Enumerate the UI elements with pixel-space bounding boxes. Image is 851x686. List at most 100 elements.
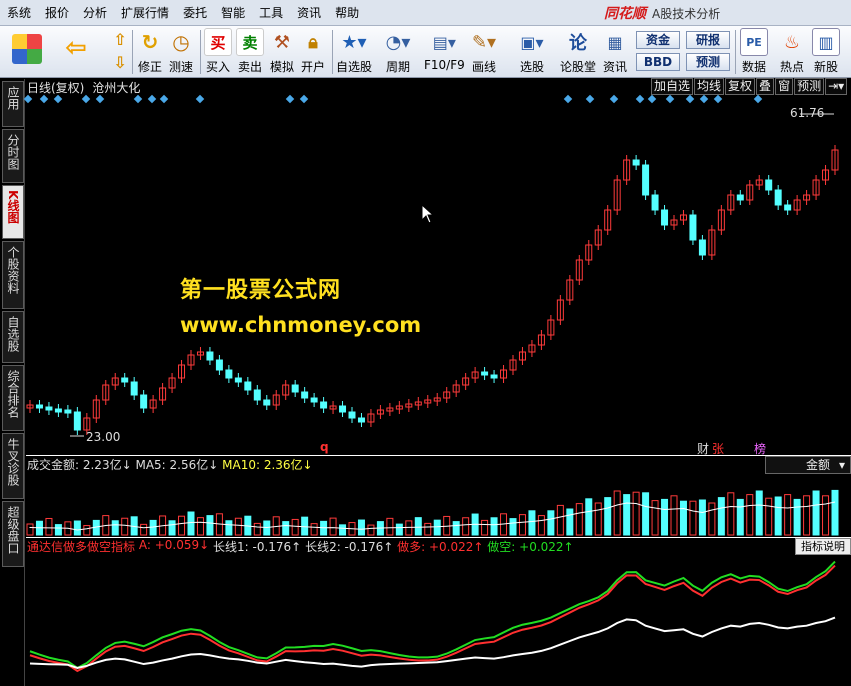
signal-marker	[299, 94, 309, 104]
candlestick	[215, 359, 223, 371]
signal-marker	[159, 94, 169, 104]
candlestick	[253, 389, 261, 401]
signal-marker	[685, 94, 695, 104]
volume-bar	[651, 500, 659, 536]
indicator-long-side: 做多: +0.022↑	[397, 540, 484, 554]
candlestick	[64, 409, 72, 414]
candlestick	[736, 194, 744, 201]
volume-bar	[490, 517, 498, 536]
volume-bar	[812, 490, 820, 536]
indicator-help-button[interactable]: 指标说明	[795, 538, 851, 555]
signal-marker	[647, 94, 657, 104]
kline-chart[interactable]	[0, 0, 851, 686]
candlestick	[320, 401, 328, 409]
volume-bar	[45, 517, 53, 536]
candlestick	[45, 406, 53, 411]
candlestick	[642, 164, 650, 196]
volume-bar	[670, 495, 678, 536]
watermark-url: www.chnmoney.com	[180, 313, 422, 337]
volume-ma5: MA5: 2.56亿↓	[135, 458, 219, 472]
volume-bar	[187, 511, 195, 536]
candlestick	[140, 394, 148, 409]
volume-bar	[547, 510, 555, 536]
signal-marker	[609, 94, 619, 104]
volume-bar	[481, 519, 489, 536]
volume-bar	[414, 517, 422, 536]
volume-bar	[632, 491, 640, 536]
signal-marker	[563, 94, 573, 104]
volume-bar	[803, 495, 811, 536]
candlestick	[234, 377, 242, 383]
candlestick	[765, 179, 773, 191]
candlestick	[339, 405, 347, 413]
volume-bar	[727, 492, 735, 536]
volume-bar	[196, 517, 204, 536]
volume-bar	[556, 504, 564, 536]
volume-bar	[121, 517, 129, 536]
volume-bar	[329, 517, 337, 536]
candlestick	[357, 417, 365, 423]
candlestick	[661, 209, 669, 226]
volume-bar	[73, 520, 81, 536]
candlestick	[130, 381, 138, 396]
volume-bar	[178, 515, 186, 536]
candlestick	[348, 411, 356, 419]
volume-bar	[708, 502, 716, 536]
volume-bar	[822, 495, 830, 536]
chevron-down-icon: ▾	[838, 458, 845, 472]
mouse-cursor-icon	[421, 204, 435, 224]
indicator-a: A: +0.059↓	[138, 538, 210, 552]
indicator-name: 通达信做多做空指标	[27, 540, 136, 554]
candlestick	[35, 404, 43, 409]
volume-bar	[54, 524, 62, 536]
volume-bar	[774, 496, 782, 536]
volume-bar	[537, 515, 545, 536]
volume-bar	[528, 510, 536, 536]
volume-bar	[357, 519, 365, 536]
volume-bar	[831, 489, 839, 536]
watermark-title: 第一股票公式网	[180, 278, 342, 303]
signal-marker	[53, 94, 63, 104]
indicator-header: 通达信做多做空指标 A: +0.059↓ 长线1: -0.176↑ 长线2: -…	[27, 538, 574, 555]
signal-marker	[195, 94, 205, 104]
volume-bar	[282, 521, 290, 536]
volume-bar	[253, 522, 261, 536]
volume-bar	[585, 498, 593, 536]
volume-bar	[765, 497, 773, 536]
signal-marker	[39, 94, 49, 104]
volume-bar	[613, 490, 621, 536]
volume-ma10: MA10: 2.36亿↓	[222, 458, 313, 472]
volume-bar	[594, 502, 602, 536]
indicator-short-side: 做空: +0.022↑	[487, 540, 574, 554]
candlestick	[310, 397, 318, 403]
volume-bar	[604, 497, 612, 536]
volume-bar	[149, 519, 157, 536]
volume-bar	[386, 517, 394, 536]
candlestick	[632, 159, 640, 166]
candlestick	[244, 381, 252, 391]
volume-bar	[793, 498, 801, 536]
candlestick	[263, 399, 271, 406]
signal-marker	[147, 94, 157, 104]
volume-bar	[566, 508, 574, 536]
volume-bar	[679, 500, 687, 536]
high-price-label: 61.76	[790, 106, 825, 120]
volume-bar	[168, 520, 176, 536]
indicator-long2: 长线2: -0.176↑	[305, 540, 394, 554]
volume-bar	[518, 514, 526, 536]
volume-bar	[339, 524, 347, 536]
signal-marker	[285, 94, 295, 104]
volume-bar	[310, 523, 318, 536]
volume-bar	[717, 497, 725, 536]
candlestick	[54, 408, 62, 413]
volume-type-select[interactable]: 金额 ▾	[765, 456, 851, 474]
candlestick	[784, 204, 792, 211]
indicator-short-line	[29, 560, 836, 670]
volume-bar	[689, 500, 697, 536]
volume-bar	[452, 521, 460, 536]
volume-bar	[746, 494, 754, 536]
volume-bar	[291, 518, 299, 536]
volume-bar	[111, 520, 119, 536]
signal-marker	[23, 94, 33, 104]
candlestick	[206, 351, 214, 361]
